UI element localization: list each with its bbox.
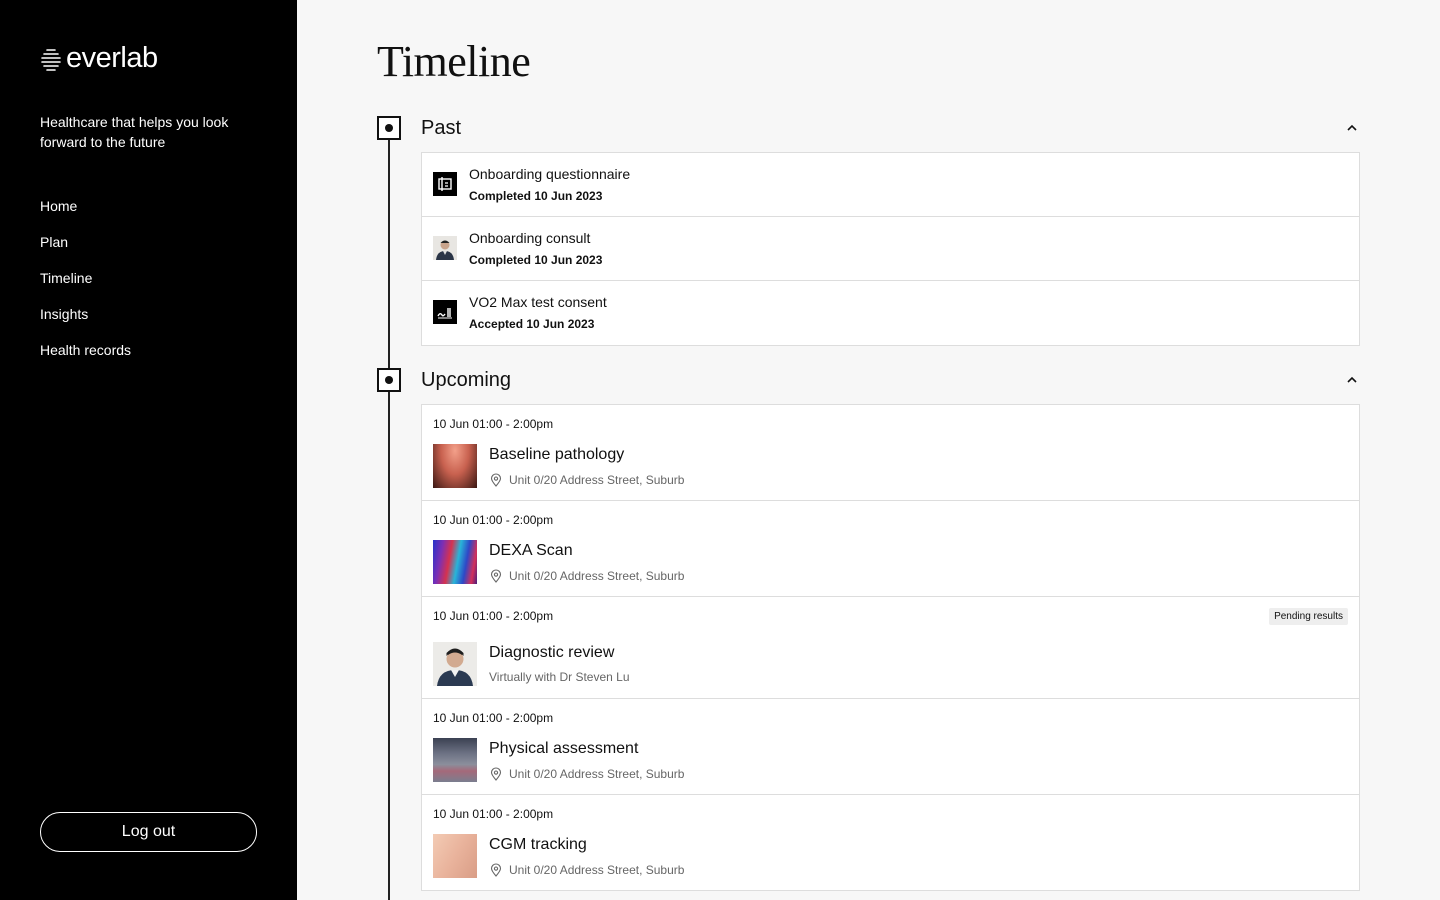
upcoming-item-title: CGM tracking (489, 836, 587, 853)
upcoming-item[interactable]: 10 Jun 01:00 - 2:00pm Baseline pathology… (422, 405, 1359, 501)
cgm-thumb (433, 834, 477, 878)
upcoming-item-time: 10 Jun 01:00 - 2:00pm (433, 513, 554, 527)
past-item-status: Accepted 10 Jun 2023 (469, 317, 595, 331)
location-pin-icon (490, 569, 502, 583)
upcoming-item-location-text: Unit 0/20 Address Street, Suburb (509, 473, 685, 487)
upcoming-marker-icon (377, 368, 401, 392)
nav-item-home[interactable]: Home (40, 196, 131, 232)
nav-item-health-records[interactable]: Health records (40, 340, 131, 376)
past-collapse-chevron-up-icon[interactable] (1345, 121, 1359, 135)
upcoming-item-title: DEXA Scan (489, 542, 573, 559)
upcoming-section-title: Upcoming (421, 369, 512, 391)
page-title: Timeline (377, 37, 531, 86)
upcoming-item-title: Diagnostic review (489, 644, 615, 661)
past-item-title: Onboarding consult (469, 230, 591, 246)
status-badge: Pending results (1269, 608, 1348, 625)
upcoming-item-location: Unit 0/20 Address Street, Suburb (489, 473, 684, 487)
timeline-line (388, 140, 390, 900)
upcoming-item-time: 10 Jun 01:00 - 2:00pm (433, 417, 554, 431)
upcoming-item-location: Unit 0/20 Address Street, Suburb (489, 569, 684, 583)
dexa-thumb (433, 540, 477, 584)
past-item-title: Onboarding questionnaire (469, 166, 631, 182)
nav-item-plan[interactable]: Plan (40, 232, 131, 268)
questionnaire-icon (433, 172, 457, 196)
upcoming-item-location: Unit 0/20 Address Street, Suburb (489, 863, 684, 877)
location-pin-icon (490, 473, 502, 487)
signature-icon (433, 300, 457, 324)
upcoming-item-location-text: Unit 0/20 Address Street, Suburb (509, 569, 685, 583)
upcoming-item-location-text: Unit 0/20 Address Street, Suburb (509, 863, 685, 877)
upcoming-item[interactable]: 10 Jun 01:00 - 2:00pm DEXA Scan Unit 0/2… (422, 501, 1359, 597)
upcoming-item-time: 10 Jun 01:00 - 2:00pm (433, 711, 554, 725)
past-section-title: Past (421, 117, 462, 139)
past-item[interactable]: Onboarding consult Completed 10 Jun 2023 (422, 217, 1359, 281)
doctor-thumb (433, 642, 477, 686)
upcoming-item-title: Baseline pathology (489, 446, 625, 463)
nav-item-insights[interactable]: Insights (40, 304, 131, 340)
brand-tagline: Healthcare that helps you look forward t… (40, 114, 229, 150)
brand-logo[interactable]: everlab (40, 44, 158, 73)
upcoming-list: 10 Jun 01:00 - 2:00pm Baseline pathology… (421, 404, 1360, 891)
doctor-avatar (433, 236, 457, 260)
past-item[interactable]: Onboarding questionnaire Completed 10 Ju… (422, 153, 1359, 217)
upcoming-item[interactable]: 10 Jun 01:00 - 2:00pm CGM tracking Unit … (422, 795, 1359, 891)
upcoming-item-location-text: Unit 0/20 Address Street, Suburb (509, 767, 685, 781)
upcoming-item-time: 10 Jun 01:00 - 2:00pm (433, 609, 554, 623)
physical-thumb (433, 738, 477, 782)
upcoming-collapse-chevron-up-icon[interactable] (1345, 373, 1359, 387)
upcoming-item[interactable]: 10 Jun 01:00 - 2:00pm Physical assessmen… (422, 699, 1359, 795)
upcoming-item[interactable]: 10 Jun 01:00 - 2:00pm Pending results Di… (422, 597, 1359, 699)
logout-button[interactable]: Log out (40, 812, 257, 852)
past-marker-icon (377, 116, 401, 140)
upcoming-item-title: Physical assessment (489, 740, 639, 757)
pathology-thumb (433, 444, 477, 488)
past-list: Onboarding questionnaire Completed 10 Ju… (421, 152, 1360, 346)
location-pin-icon (490, 767, 502, 781)
past-item-status: Completed 10 Jun 2023 (469, 253, 603, 267)
past-item-title: VO2 Max test consent (469, 294, 607, 310)
nav-item-timeline[interactable]: Timeline (40, 268, 131, 304)
brand-name: everlab (66, 42, 158, 74)
main-content: Timeline Past Onboarding questionnaire C… (297, 0, 1440, 900)
upcoming-item-location: Unit 0/20 Address Street, Suburb (489, 767, 684, 781)
logo-mark-icon (41, 48, 61, 71)
upcoming-item-location: Virtually with Dr Steven Lu (489, 670, 630, 684)
upcoming-item-time: 10 Jun 01:00 - 2:00pm (433, 807, 554, 821)
sidebar-nav: Home Plan Timeline Insights Health recor… (40, 196, 131, 376)
location-pin-icon (490, 863, 502, 877)
past-item[interactable]: VO2 Max test consent Accepted 10 Jun 202… (422, 281, 1359, 345)
upcoming-item-location-text: Virtually with Dr Steven Lu (489, 670, 630, 684)
past-item-status: Completed 10 Jun 2023 (469, 189, 603, 203)
sidebar: everlab Healthcare that helps you look f… (0, 0, 297, 900)
